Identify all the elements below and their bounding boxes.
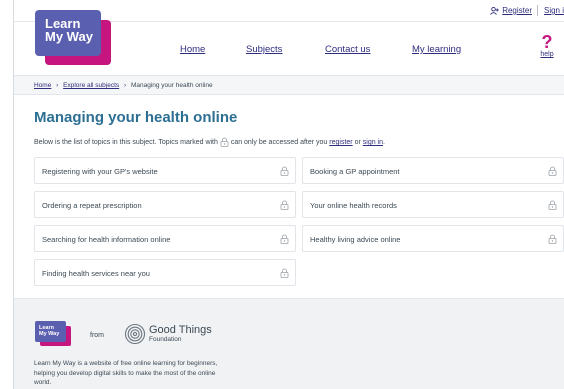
chevron-right-icon: › xyxy=(56,82,59,89)
topic-title: Ordering a repeat prescription xyxy=(42,201,142,210)
topic-title: Healthy living advice online xyxy=(310,235,401,244)
help-button[interactable]: ? help xyxy=(536,33,558,58)
lock-icon xyxy=(280,200,289,210)
signin-inline-link[interactable]: sign in xyxy=(363,139,383,146)
page: Register Sign i Learn My Way Home Subjec… xyxy=(13,0,564,389)
footer-learn-my-way-logo[interactable]: Learn My Way xyxy=(35,321,71,346)
help-label: help xyxy=(540,51,554,58)
breadcrumb-home[interactable]: Home xyxy=(34,82,51,89)
topic-card[interactable]: Registering with your GP's website xyxy=(34,157,296,184)
topic-card[interactable]: Healthy living advice online xyxy=(302,225,564,252)
intro-text-part: or xyxy=(354,138,361,146)
nav-home[interactable]: Home xyxy=(180,44,205,55)
topic-card[interactable]: Searching for health information online xyxy=(34,225,296,252)
page-title: Managing your health online xyxy=(34,109,238,126)
nav-contact-us[interactable]: Contact us xyxy=(325,44,370,55)
question-mark-icon: ? xyxy=(541,32,553,52)
topic-title: Finding health services near you xyxy=(42,269,150,278)
fingerprint-icon xyxy=(124,323,146,345)
topic-card[interactable]: Your online health records xyxy=(302,191,564,218)
signin-link[interactable]: Sign i xyxy=(544,6,564,15)
lock-icon xyxy=(280,234,289,244)
lock-icon xyxy=(548,166,557,176)
lock-icon xyxy=(280,166,289,176)
footer: Learn My Way from Good Things Foundation… xyxy=(14,298,564,389)
nav-subjects[interactable]: Subjects xyxy=(246,44,282,55)
divider xyxy=(537,5,538,16)
register-label: Register xyxy=(502,6,532,15)
topic-card[interactable]: Finding health services near you xyxy=(34,259,296,286)
learn-my-way-logo[interactable]: Learn My Way xyxy=(35,10,111,65)
topic-title: Searching for health information online xyxy=(42,235,171,244)
footer-description: Learn My Way is a website of free online… xyxy=(34,360,218,386)
lock-icon xyxy=(548,234,557,244)
lock-icon xyxy=(220,137,229,147)
lock-icon xyxy=(548,200,557,210)
topic-title: Registering with your GP's website xyxy=(42,167,158,176)
intro-text: Below is the list of topics in this subj… xyxy=(34,137,559,147)
breadcrumb: Home › Explore all subjects › Managing y… xyxy=(14,75,564,95)
add-user-icon xyxy=(490,6,499,15)
topic-card[interactable]: Ordering a repeat prescription xyxy=(34,191,296,218)
topic-title: Booking a GP appointment xyxy=(310,167,400,176)
good-things-foundation-logo[interactable]: Good Things Foundation xyxy=(124,323,212,345)
nav-my-learning[interactable]: My learning xyxy=(412,44,461,55)
chevron-right-icon: › xyxy=(123,82,127,89)
intro-text-part: . xyxy=(383,138,385,146)
intro-text-part: can only be accessed after you xyxy=(230,138,328,146)
partner-name: Good Things xyxy=(149,324,212,336)
topic-card[interactable]: Booking a GP appointment xyxy=(302,157,564,184)
logo-line2: My Way xyxy=(45,29,93,44)
partner-sub: Foundation xyxy=(149,336,182,343)
breadcrumb-explore[interactable]: Explore all subjects xyxy=(63,82,119,89)
register-link[interactable]: Register xyxy=(490,6,532,15)
topic-title: Your online health records xyxy=(310,201,397,210)
breadcrumb-current: Managing your health online xyxy=(130,82,213,89)
logo-line2: My Way xyxy=(39,331,60,337)
intro-text-part: Below is the list of topics in this subj… xyxy=(34,138,218,146)
register-inline-link[interactable]: register xyxy=(329,139,352,146)
from-label: from xyxy=(90,332,104,339)
lock-icon xyxy=(280,268,289,278)
